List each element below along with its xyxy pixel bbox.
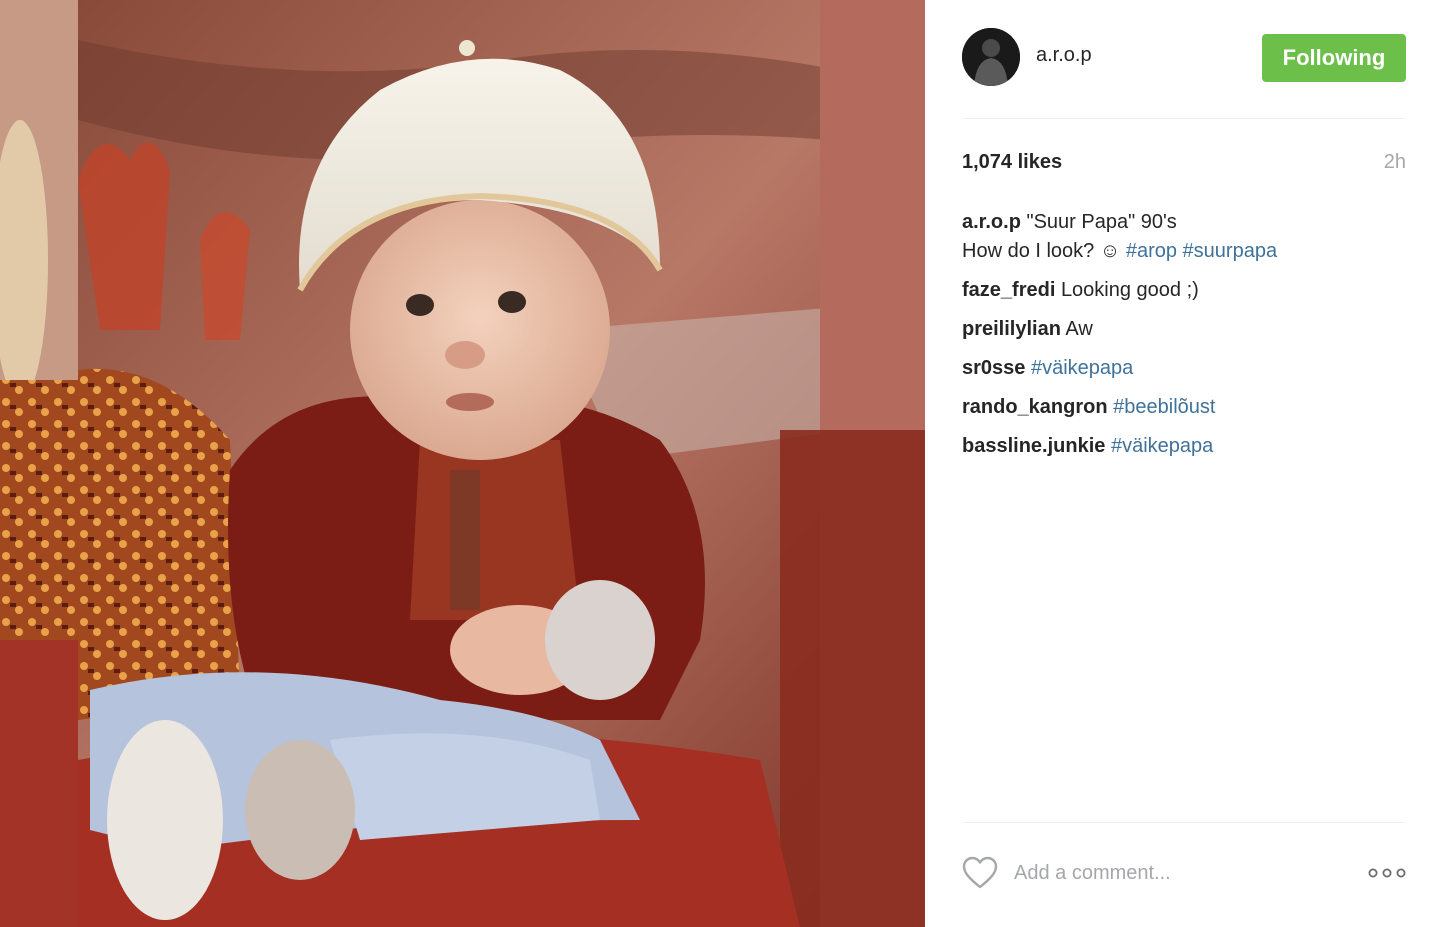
likes-count[interactable]: 1,074 likes xyxy=(962,151,1062,174)
baby-photo-illustration xyxy=(0,0,925,927)
caption-hashtag[interactable]: #arop xyxy=(1126,240,1177,262)
comment-hashtag[interactable]: #beebilõust xyxy=(1113,396,1215,418)
comment-username[interactable]: faze_fredi xyxy=(962,279,1055,301)
post-sidebar: a.r.o.p Following 1,074 likes 2h a.r.o.p… xyxy=(925,0,1442,927)
author-username[interactable]: a.r.o.p xyxy=(1036,44,1092,67)
comment-hashtag[interactable]: #väikepapa xyxy=(1111,435,1213,457)
post-header: a.r.o.p Following xyxy=(962,28,1406,88)
heart-icon[interactable] xyxy=(962,856,998,890)
post-photo[interactable] xyxy=(0,0,925,927)
comment-bar xyxy=(962,852,1406,896)
comment-text: Looking good ;) xyxy=(1060,279,1199,301)
comment-hashtag[interactable]: #väikepapa xyxy=(1031,357,1133,379)
footer-divider xyxy=(962,822,1406,823)
comment-username[interactable]: bassline.junkie xyxy=(962,435,1105,457)
add-comment-input[interactable] xyxy=(1014,858,1354,888)
comment-username[interactable]: preililylian xyxy=(962,318,1061,340)
caption-text-2: How do I look? ☺ xyxy=(962,240,1126,262)
caption-username[interactable]: a.r.o.p xyxy=(962,211,1021,233)
caption-line-1: a.r.o.p "Suur Papa" 90's xyxy=(962,208,1406,237)
comment-text: Aw xyxy=(1065,318,1093,340)
comments-list: a.r.o.p "Suur Papa" 90's How do I look? … xyxy=(962,208,1406,471)
comment-username[interactable]: rando_kangron xyxy=(962,396,1108,418)
post-timestamp[interactable]: 2h xyxy=(1384,151,1406,174)
more-options-icon[interactable] xyxy=(1368,866,1406,880)
comment-item: bassline.junkie #väikepapa xyxy=(962,432,1406,461)
caption: a.r.o.p "Suur Papa" 90's How do I look? … xyxy=(962,208,1406,266)
comment-item: sr0sse #väikepapa xyxy=(962,354,1406,383)
caption-line-2: How do I look? ☺ #arop #suurpapa xyxy=(962,237,1406,266)
comment-item: rando_kangron #beebilõust xyxy=(962,393,1406,422)
comment-item: preililylian Aw xyxy=(962,315,1406,344)
caption-hashtag[interactable]: #suurpapa xyxy=(1183,240,1278,262)
avatar-image xyxy=(962,28,1020,86)
comment-item: faze_fredi Looking good ;) xyxy=(962,276,1406,305)
instagram-post: a.r.o.p Following 1,074 likes 2h a.r.o.p… xyxy=(0,0,1442,927)
comment-username[interactable]: sr0sse xyxy=(962,357,1025,379)
following-button[interactable]: Following xyxy=(1262,34,1406,82)
header-divider xyxy=(962,118,1406,119)
caption-text-1: "Suur Papa" 90's xyxy=(1026,211,1177,233)
avatar[interactable] xyxy=(962,28,1020,86)
